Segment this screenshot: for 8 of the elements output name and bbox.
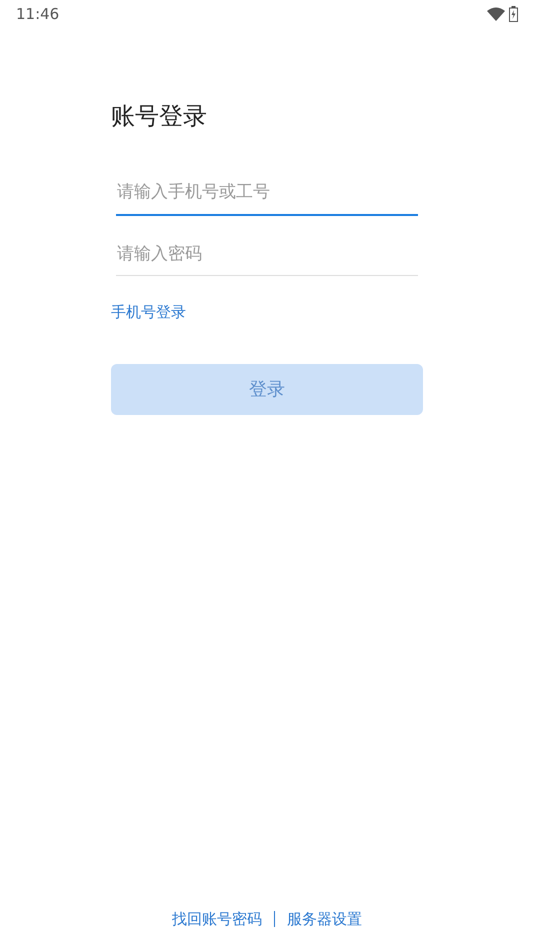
footer-link[interactable]: 服务器设置: [287, 908, 362, 930]
wifi-icon: [487, 7, 505, 21]
page-title: 账号登录: [111, 101, 208, 132]
battery-icon: [509, 6, 518, 22]
status-time: 11:46: [16, 4, 60, 25]
footer-link[interactable]: 找回账号密码: [172, 908, 262, 930]
phone-login-link[interactable]: 手机号登录: [111, 303, 186, 321]
input-field[interactable]: 请输入手机号或工号: [116, 174, 418, 216]
